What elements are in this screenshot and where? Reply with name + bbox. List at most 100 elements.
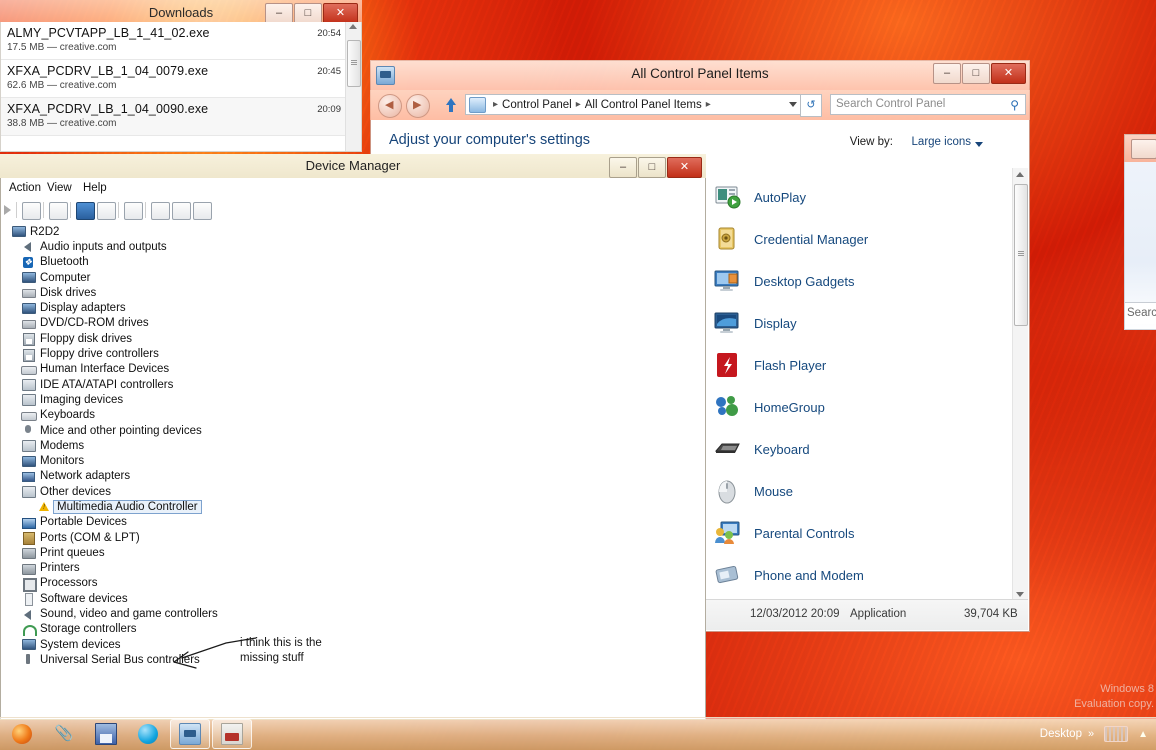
show-desktop-label[interactable]: Desktop: [1040, 728, 1082, 740]
forward-button[interactable]: ▶: [406, 94, 430, 118]
minimize-button[interactable]: –: [933, 63, 961, 84]
tree-node-monitors[interactable]: Monitors: [1, 453, 705, 468]
tree-node-printers[interactable]: Printers: [1, 561, 705, 576]
control-panel-navbar[interactable]: ◀ ▶ ▸ Control Panel ▸ All Control Panel …: [370, 90, 1030, 120]
close-button[interactable]: ✕: [667, 157, 702, 178]
tree-node-disk-drives[interactable]: Disk drives: [1, 285, 705, 300]
tree-node-multimedia-audio-controller[interactable]: ! Multimedia Audio Controller: [1, 499, 705, 514]
download-item[interactable]: XFXA_PCDRV_LB_1_04_0090.exe 38.8 MB — cr…: [1, 98, 361, 136]
taskbar-button-control-panel[interactable]: [170, 719, 210, 749]
taskbar-tray[interactable]: Desktop » ▲: [1040, 718, 1156, 750]
control-panel-window-buttons[interactable]: – □ ✕: [933, 63, 1026, 84]
cp-item-phone-and-modem[interactable]: Phone and Modem: [700, 554, 1029, 596]
chevron-down-icon[interactable]: [975, 142, 983, 147]
tree-node-imaging[interactable]: Imaging devices: [1, 392, 705, 407]
tree-node-portable-devices[interactable]: Portable Devices: [1, 515, 705, 530]
control-panel-scrollbar[interactable]: [1012, 168, 1028, 601]
tree-node-network-adapters[interactable]: Network adapters: [1, 469, 705, 484]
chevron-right-icon[interactable]: »: [1088, 728, 1094, 740]
uninstall-device-icon[interactable]: [193, 202, 212, 220]
back-arrow-icon[interactable]: [4, 205, 11, 215]
scrollbar-thumb[interactable]: [1014, 184, 1028, 326]
downloads-window[interactable]: Downloads – □ ✕ ALMY_PCVTAPP_LB_1_41_02.…: [0, 0, 362, 152]
cp-item-homegroup[interactable]: HomeGroup: [700, 386, 1029, 428]
scroll-up-icon[interactable]: [1016, 172, 1024, 177]
tree-node-floppy-disk[interactable]: Floppy disk drives: [1, 331, 705, 347]
breadcrumb-dropdown-icon[interactable]: [789, 102, 797, 107]
cp-item-credential-manager[interactable]: Credential Manager: [700, 218, 1029, 260]
menu-help[interactable]: Help: [83, 182, 107, 194]
tree-node-other-devices[interactable]: Other devices: [1, 484, 705, 499]
menu-action[interactable]: Action: [9, 182, 41, 194]
cp-item-autoplay[interactable]: AutoPlay: [700, 176, 1029, 218]
view-by-value[interactable]: Large icons: [912, 136, 971, 148]
show-details-icon[interactable]: [49, 202, 68, 220]
tree-node-bluetooth[interactable]: ❖ Bluetooth: [1, 255, 705, 270]
properties-panel-icon[interactable]: [97, 202, 116, 220]
cp-item-parental-controls[interactable]: Parental Controls: [700, 512, 1029, 554]
control-panel-titlebar[interactable]: All Control Panel Items – □ ✕: [370, 60, 1030, 90]
maximize-button[interactable]: □: [638, 157, 666, 178]
minimize-button[interactable]: –: [609, 157, 637, 178]
downloads-list[interactable]: ALMY_PCVTAPP_LB_1_41_02.exe 17.5 MB — cr…: [0, 22, 362, 152]
downloads-scrollbar[interactable]: [345, 22, 361, 151]
cp-item-mouse[interactable]: Mouse: [700, 470, 1029, 512]
tree-node-dvd[interactable]: DVD/CD-ROM drives: [1, 316, 705, 331]
tree-node-storage-controllers[interactable]: Storage controllers: [1, 622, 705, 637]
tree-node-keyboards[interactable]: Keyboards: [1, 408, 705, 423]
device-manager-menubar[interactable]: Action View Help: [1, 179, 705, 200]
control-panel-search-input[interactable]: Search Control Panel ⚲: [830, 94, 1026, 115]
tree-node-modems[interactable]: Modems: [1, 438, 705, 453]
breadcrumb[interactable]: ▸ Control Panel ▸ All Control Panel Item…: [465, 94, 802, 115]
menu-view[interactable]: View: [47, 182, 72, 194]
breadcrumb-item-0[interactable]: Control Panel: [502, 99, 572, 111]
device-manager-window-buttons[interactable]: – □ ✕: [609, 157, 702, 178]
device-manager-toolbar[interactable]: [1, 199, 705, 222]
disable-device-icon[interactable]: [172, 202, 191, 220]
tree-node-floppy-controllers[interactable]: Floppy drive controllers: [1, 346, 705, 362]
properties-icon[interactable]: [22, 202, 41, 220]
maximize-button[interactable]: □: [294, 3, 322, 24]
close-button[interactable]: ✕: [991, 63, 1026, 84]
tree-node-root[interactable]: R2D2: [1, 224, 705, 239]
keyboard-layout-icon[interactable]: [1104, 726, 1129, 742]
taskbar[interactable]: 📎 Desktop » ▲: [0, 717, 1156, 750]
tree-node-display-adapters[interactable]: Display adapters: [1, 300, 705, 315]
breadcrumb-item-1[interactable]: All Control Panel Items: [585, 99, 702, 111]
scroll-down-icon[interactable]: [1016, 592, 1024, 597]
back-button[interactable]: ◀: [378, 94, 402, 118]
taskbar-button-save[interactable]: [86, 719, 126, 749]
scrollbar-thumb[interactable]: [347, 40, 361, 87]
taskbar-button-firefox[interactable]: [2, 719, 42, 749]
minimize-button[interactable]: –: [265, 3, 293, 24]
tree-node-ports[interactable]: Ports (COM & LPT): [1, 530, 705, 546]
device-manager-titlebar[interactable]: Device Manager – □ ✕: [0, 154, 706, 178]
taskbar-button-clip[interactable]: 📎: [44, 719, 84, 749]
update-driver-icon[interactable]: [151, 202, 170, 220]
cp-item-display[interactable]: Display: [700, 302, 1029, 344]
help-icon[interactable]: [76, 202, 95, 220]
show-hidden-icons-icon[interactable]: ▲: [1138, 729, 1148, 740]
downloads-explorer-titlebar[interactable]: [1124, 134, 1156, 162]
downloads-window-buttons[interactable]: – □ ✕: [265, 3, 358, 24]
scan-hardware-icon[interactable]: [124, 202, 143, 220]
device-manager-window[interactable]: Device Manager – □ ✕ Action View Help R2…: [0, 154, 706, 720]
download-item[interactable]: XFXA_PCDRV_LB_1_04_0079.exe 62.6 MB — cr…: [1, 60, 361, 98]
taskbar-buttons[interactable]: 📎: [0, 718, 706, 750]
up-button[interactable]: [442, 96, 460, 114]
minimize-button[interactable]: [1131, 139, 1156, 159]
tree-node-ide[interactable]: IDE ATA/ATAPI controllers: [1, 377, 705, 392]
tree-node-sound-video-game[interactable]: Sound, video and game controllers: [1, 606, 705, 621]
download-item[interactable]: ALMY_PCVTAPP_LB_1_41_02.exe 17.5 MB — cr…: [1, 22, 361, 60]
taskbar-button-device-manager[interactable]: [212, 719, 252, 749]
tree-node-processors[interactable]: Processors: [1, 576, 705, 592]
tree-node-hid[interactable]: Human Interface Devices: [1, 362, 705, 377]
cp-item-keyboard[interactable]: Keyboard: [700, 428, 1029, 470]
tree-node-computer[interactable]: Computer: [1, 270, 705, 285]
downloads-explorer-window[interactable]: Search Downloads: [1124, 134, 1156, 330]
tree-node-mice[interactable]: Mice and other pointing devices: [1, 423, 705, 438]
maximize-button[interactable]: □: [962, 63, 990, 84]
taskbar-button-skype[interactable]: [128, 719, 168, 749]
tree-node-print-queues[interactable]: Print queues: [1, 545, 705, 560]
tree-node-audio[interactable]: Audio inputs and outputs: [1, 239, 705, 254]
